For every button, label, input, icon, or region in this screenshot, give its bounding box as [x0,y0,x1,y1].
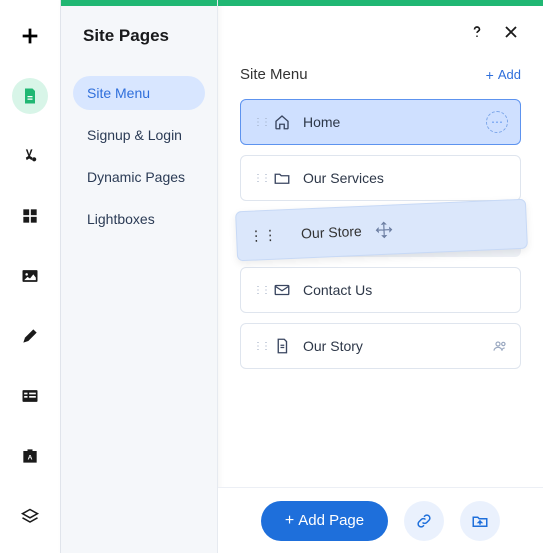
page-icon [273,337,291,355]
more-icon[interactable]: ⋯ [486,111,508,133]
footer: Add Page [218,487,543,553]
apps-icon[interactable] [12,198,48,234]
drag-handle-icon[interactable]: ⋮⋮ [253,173,261,184]
page-item-home[interactable]: ⋮⋮ Home ⋯ [240,99,521,145]
nav-site-menu[interactable]: Site Menu [73,76,205,110]
members-icon [492,338,508,354]
icon-rail: A [0,0,60,553]
page-item-services[interactable]: ⋮⋮ Our Services [240,155,521,201]
cms-icon[interactable] [12,378,48,414]
add-icon[interactable] [12,18,48,54]
accent-bar [61,0,217,6]
drag-handle-icon[interactable]: ⋮⋮ [253,117,261,128]
page-item-story[interactable]: ⋮⋮ Our Story [240,323,521,369]
layers-icon[interactable] [12,499,48,535]
add-page-button[interactable]: Add Page [261,501,388,541]
media-icon[interactable] [12,258,48,294]
left-panel: Site Pages Site Menu Signup & Login Dyna… [60,0,218,553]
nav-signup-login[interactable]: Signup & Login [73,118,205,152]
svg-text:A: A [28,454,33,461]
theme-icon[interactable] [12,138,48,174]
right-panel: Site Menu Add ⋮⋮ Home ⋯ ⋮⋮ [218,0,543,553]
page-item-store-dragging[interactable]: ⋮⋮ Our Store [240,211,521,257]
add-link[interactable]: Add [486,67,521,83]
home-icon [273,113,291,131]
accent-bar [218,0,543,6]
page-list: ⋮⋮ Home ⋯ ⋮⋮ Our Services [240,99,521,369]
help-icon[interactable] [467,22,487,42]
nav-lightboxes[interactable]: Lightboxes [73,202,205,236]
drag-handle-icon[interactable]: ⋮⋮ [253,285,261,296]
panel-header: Site Pages [61,4,217,62]
page-label: Our Story [303,338,480,354]
content-area: Site Menu Add ⋮⋮ Home ⋯ ⋮⋮ [218,58,543,553]
drag-handle-icon[interactable]: ⋮⋮ [249,226,278,244]
business-icon[interactable]: A [12,438,48,474]
mail-icon [273,281,291,299]
panel-title: Site Pages [83,26,169,46]
left-nav: Site Menu Signup & Login Dynamic Pages L… [61,62,217,258]
pen-icon[interactable] [12,318,48,354]
nav-dynamic-pages[interactable]: Dynamic Pages [73,160,205,194]
close-icon[interactable] [501,22,521,42]
page-label: Home [303,114,474,130]
folder-button[interactable] [460,501,500,541]
content-header [218,0,543,58]
page-label: Our Services [303,170,508,186]
link-button[interactable] [404,501,444,541]
page-label: Our Store [301,223,362,242]
page-item-contact[interactable]: ⋮⋮ Contact Us [240,267,521,313]
pages-icon[interactable] [12,78,48,114]
section-title: Site Menu [240,66,308,83]
drag-handle-icon[interactable]: ⋮⋮ [253,341,261,352]
move-cursor-icon [373,219,394,240]
page-label: Contact Us [303,282,508,298]
folder-icon [273,169,291,187]
